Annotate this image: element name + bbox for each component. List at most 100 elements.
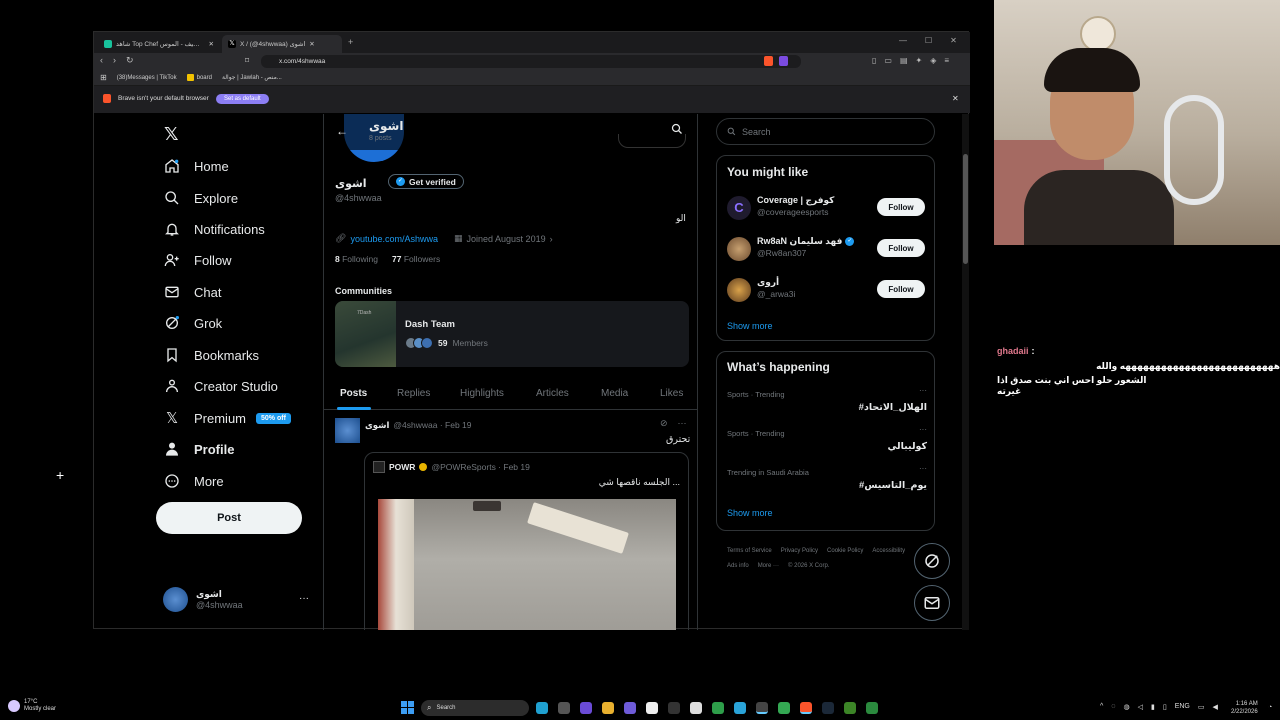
trend-item[interactable]: Sports · Trending ··· كوليبالي	[727, 425, 927, 457]
brave-shield-icon[interactable]	[764, 56, 773, 66]
speaker-icon[interactable]: ◀	[1212, 703, 1217, 711]
footer-link[interactable]: Accessibility	[872, 544, 905, 559]
clock[interactable]: 1:16 AM 2/22/2026	[1231, 700, 1258, 716]
sidebar-item-chat[interactable]: Chat	[164, 280, 221, 304]
sidebar-item-creator-studio[interactable]: Creator Studio	[164, 374, 278, 398]
edge-icon[interactable]	[536, 702, 548, 714]
suggestion-item[interactable]: C Coverage | كوفرج @coverageesports Foll…	[727, 194, 927, 220]
follow-button[interactable]: Follow	[877, 239, 925, 257]
steam-icon[interactable]	[822, 702, 834, 714]
tab-likes[interactable]: Likes	[660, 388, 683, 399]
usb-icon[interactable]: ▯	[1163, 703, 1167, 711]
tab-replies[interactable]: Replies	[397, 388, 430, 399]
grok-fab[interactable]	[914, 543, 950, 579]
trend-item[interactable]: Sports · Trending ··· #الهلال_الاتحاد	[727, 386, 927, 418]
bookmark-page-icon[interactable]: ⌑	[245, 56, 249, 65]
tab-shahid[interactable]: شاهد Top Chef من أي شيف - الموس... ✕	[98, 35, 220, 53]
sidebar-toggle-icon[interactable]: ▯	[872, 56, 876, 65]
following-stat[interactable]: 8 Following	[335, 254, 378, 264]
trend-more-icon[interactable]: ···	[919, 464, 927, 473]
wallet-icon[interactable]: ▤	[900, 56, 908, 65]
sidebar-item-more[interactable]: More	[164, 469, 224, 493]
sidebar-item-notifications[interactable]: Notifications	[164, 217, 265, 241]
followers-stat[interactable]: 77 Followers	[392, 254, 440, 264]
profile-search-icon[interactable]	[671, 123, 683, 135]
messages-fab[interactable]	[914, 585, 950, 621]
tab-media[interactable]: Media	[601, 388, 628, 399]
show-more-link[interactable]: Show more	[727, 321, 773, 331]
get-verified-button[interactable]: ✓ Get verified	[388, 174, 464, 189]
close-tab-icon[interactable]: ✕	[309, 40, 314, 48]
footer-link[interactable]: More ···	[758, 559, 779, 574]
close-tab-icon[interactable]: ✕	[209, 40, 214, 48]
footer-link[interactable]: Ads info	[727, 559, 749, 574]
reader-icon[interactable]: ▭	[884, 56, 892, 65]
close-window-icon[interactable]: ✕	[950, 36, 957, 45]
post-avatar[interactable]	[335, 418, 360, 443]
tray-app-icon[interactable]: ◌	[1111, 703, 1115, 711]
start-button[interactable]	[401, 701, 414, 714]
tab-x[interactable]: 𝕏 X / (@4shwwaa) اشوى ✕	[222, 35, 342, 53]
scrollbar-thumb[interactable]	[963, 154, 968, 264]
tab-articles[interactable]: Articles	[536, 388, 569, 399]
app-icon[interactable]	[580, 702, 592, 714]
maximize-icon[interactable]: ☐	[925, 36, 932, 45]
close-notice-icon[interactable]: ✕	[952, 94, 959, 103]
follow-button[interactable]: Follow	[877, 198, 925, 216]
quoted-post[interactable]: POWR @POWReSports · Feb 19 الجلسه ناقصها…	[364, 452, 689, 630]
suggestion-item[interactable]: أروى @_arwa3i Follow	[727, 276, 927, 302]
sidebar-item-follow[interactable]: Follow	[164, 248, 232, 272]
url-bar[interactable]: x.com/4shwwaa	[261, 55, 801, 68]
brave-icon[interactable]	[800, 702, 812, 714]
menu-icon[interactable]: ≡	[944, 56, 949, 65]
minimize-icon[interactable]: —	[899, 36, 907, 45]
sidebar-item-grok[interactable]: Grok	[164, 311, 222, 335]
brave-rewards-icon[interactable]	[779, 56, 788, 66]
apps-grid-icon[interactable]: ⊞	[100, 73, 107, 82]
new-tab-icon[interactable]: +	[348, 37, 353, 47]
trend-item[interactable]: Trending in Saudi Arabia ··· #يوم_التاسي…	[727, 464, 927, 496]
weather-widget[interactable]: 17°C Mostly clear	[8, 699, 56, 713]
bookmark-board[interactable]: board	[186, 74, 212, 81]
minecraft-icon[interactable]	[844, 702, 856, 714]
app-icon[interactable]	[558, 702, 570, 714]
trend-more-icon[interactable]: ···	[919, 386, 927, 395]
sidebar-item-profile[interactable]: Profile	[164, 437, 234, 461]
vpn-icon[interactable]: ◈	[930, 56, 936, 65]
sidebar-item-home[interactable]: Home	[164, 154, 229, 178]
tab-posts[interactable]: Posts	[340, 388, 367, 399]
file-explorer-icon[interactable]	[602, 702, 614, 714]
account-more-icon[interactable]: ···	[299, 593, 309, 604]
post-button[interactable]: Post	[156, 502, 302, 534]
sidebar-item-premium[interactable]: 𝕏 Premium 50% off	[164, 406, 291, 430]
telegram-icon[interactable]	[734, 702, 746, 714]
discord-icon[interactable]	[624, 702, 636, 714]
show-more-link[interactable]: Show more	[727, 508, 773, 518]
xbox-icon[interactable]	[712, 702, 724, 714]
post-more-icon[interactable]: ···	[678, 418, 687, 429]
mic-icon[interactable]: ▮	[1151, 703, 1155, 711]
follow-button[interactable]: Follow	[877, 280, 925, 298]
grok-post-icon[interactable]: ⊘	[660, 418, 668, 429]
footer-link[interactable]: Terms of Service	[727, 544, 772, 559]
suggestion-item[interactable]: Rw8aN فهد سليمان ✓ @Rw8an307 Follow	[727, 235, 927, 261]
back-arrow-icon[interactable]: ←	[336, 124, 348, 138]
edit-profile-button[interactable]	[618, 134, 686, 148]
app-icon[interactable]	[668, 702, 680, 714]
community-card[interactable]: 7Dash Dash Team 59 Members	[335, 301, 689, 367]
set-default-button[interactable]: Set as default	[216, 94, 269, 104]
app-icon[interactable]	[866, 702, 878, 714]
sidebar-item-bookmarks[interactable]: Bookmarks	[164, 343, 259, 367]
extensions-icon[interactable]: ✦	[916, 56, 923, 65]
tray-app-icon[interactable]: ◍	[1123, 703, 1129, 711]
scrollbar[interactable]	[962, 114, 969, 630]
tab-highlights[interactable]: Highlights	[460, 388, 504, 399]
bookmark-tiktok[interactable]: (38)Messages | TikTok	[117, 75, 177, 81]
app-icon[interactable]	[690, 702, 702, 714]
search-input[interactable]: Search	[716, 118, 935, 145]
x-logo-icon[interactable]: 𝕏	[164, 124, 179, 145]
notification-bell-icon[interactable]: ◔	[1268, 704, 1272, 711]
volume-icon[interactable]: ◁	[1138, 703, 1143, 711]
forward-icon[interactable]: ›	[113, 55, 116, 66]
account-switcher[interactable]: اشوى @4shwwaa	[163, 587, 243, 612]
